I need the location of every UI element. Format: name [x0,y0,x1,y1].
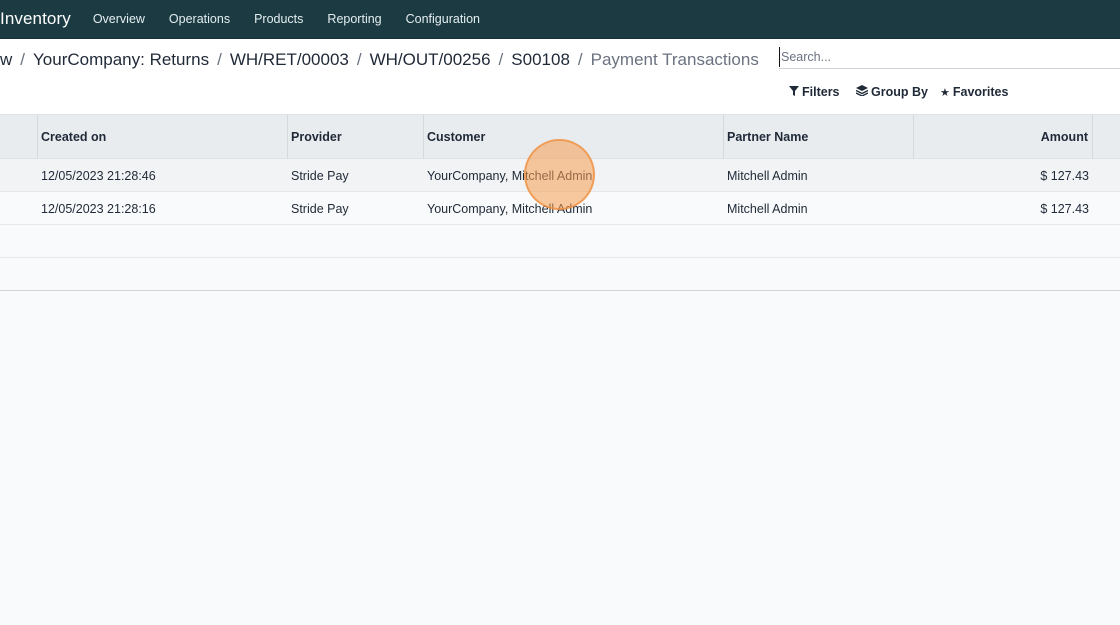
column-partner-name[interactable]: Partner Name [723,115,913,159]
menu-operations[interactable]: Operations [169,12,230,26]
breadcrumb-item-delivery[interactable]: WH/OUT/00256 [370,50,491,70]
breadcrumb-item-returns[interactable]: YourCompany: Returns [33,50,209,70]
breadcrumb-separator: / [577,50,583,69]
transactions-table: Created on Provider Customer Partner Nam… [0,115,1120,291]
table-header: Created on Provider Customer Partner Nam… [0,115,1120,159]
column-customer[interactable]: Customer [423,115,723,159]
breadcrumb-item-return-picking[interactable]: WH/RET/00003 [230,50,349,70]
breadcrumb-item-sale-order[interactable]: S00108 [511,50,570,70]
star-icon: ★ [940,86,950,99]
menu-products[interactable]: Products [254,12,303,26]
cell-customer: YourCompany, Mitchell Admin [427,168,593,183]
breadcrumb-separator: / [20,50,26,69]
table-row[interactable]: 12/05/2023 21:28:16 Stride Pay YourCompa… [0,192,1120,225]
control-panel: w / YourCompany: Returns / WH/RET/00003 … [0,39,1120,115]
breadcrumb-separator: / [498,50,504,69]
cell-provider: Stride Pay [291,201,349,216]
cell-amount: $ 127.43 [1040,201,1089,216]
empty-row [0,258,1120,291]
group-by-button[interactable]: Group By [855,85,928,99]
cell-created-on: 12/05/2023 21:28:16 [41,201,156,216]
breadcrumb-item-overview[interactable]: w [0,50,12,70]
filters-label: Filters [802,85,840,99]
favorites-label: Favorites [952,85,1009,99]
column-amount[interactable]: Amount [913,115,1093,159]
menu-overview[interactable]: Overview [93,12,145,26]
column-created-on[interactable]: Created on [37,115,287,159]
column-provider[interactable]: Provider [287,115,423,159]
app-name[interactable]: Inventory [0,9,71,29]
empty-row [0,225,1120,258]
search-input[interactable] [779,47,1120,67]
cell-partner-name: Mitchell Admin [727,201,808,216]
menu-configuration[interactable]: Configuration [406,12,480,26]
cell-provider: Stride Pay [291,168,349,183]
funnel-icon [789,85,799,99]
menu-reporting[interactable]: Reporting [327,12,381,26]
search-bar [779,47,1120,69]
breadcrumb-separator: / [356,50,362,69]
cell-partner-name: Mitchell Admin [727,168,808,183]
layers-icon [855,85,869,99]
top-navbar: Inventory Overview Operations Products R… [0,0,1120,39]
cell-customer: YourCompany, Mitchell Admin [427,201,593,216]
cell-amount: $ 127.43 [1040,168,1089,183]
cell-created-on: 12/05/2023 21:28:46 [41,168,156,183]
table-row[interactable]: 12/05/2023 21:28:46 Stride Pay YourCompa… [0,159,1120,192]
filters-button[interactable]: Filters [789,85,840,99]
breadcrumb-separator: / [217,50,222,69]
breadcrumb: w / YourCompany: Returns / WH/RET/00003 … [0,49,759,71]
page-title: Payment Transactions [590,50,759,69]
favorites-button[interactable]: ★ Favorites [940,85,1008,99]
group-by-label: Group By [871,85,928,99]
